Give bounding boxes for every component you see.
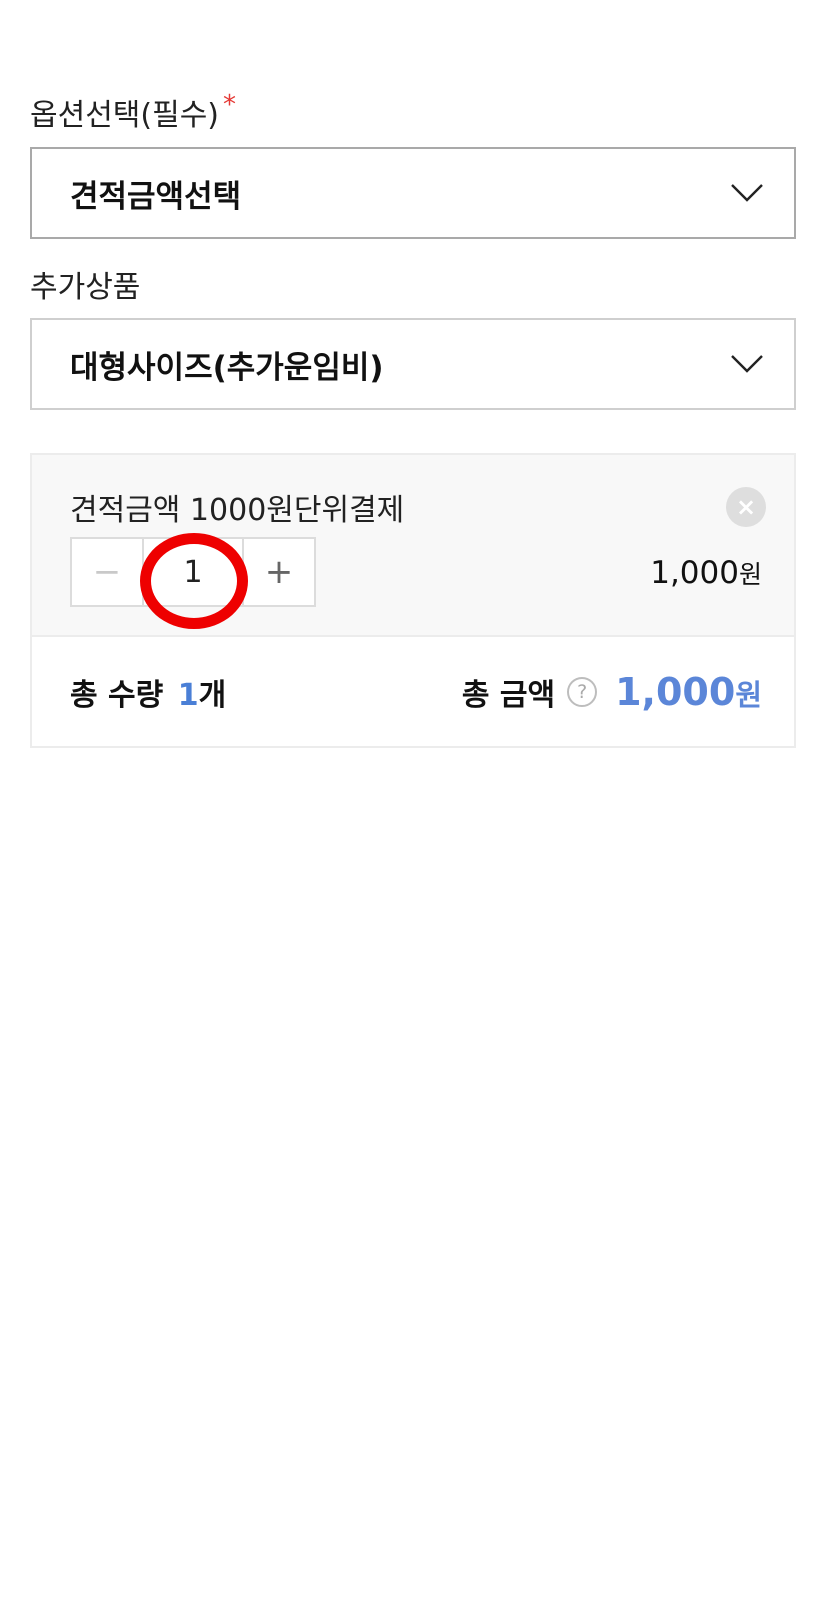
- selected-item-box: 견적금액 1000원단위결제 × − 1 + 1,000원 총 수량 1개 총 …: [30, 453, 796, 748]
- option-label-text: 옵션선택(필수): [30, 98, 220, 133]
- increase-button[interactable]: +: [242, 539, 314, 605]
- quantity-stepper: − 1 +: [70, 537, 316, 607]
- decrease-button[interactable]: −: [72, 539, 144, 605]
- option-select[interactable]: 견적금액선택: [30, 147, 796, 239]
- close-icon: ×: [735, 493, 757, 521]
- total-amount-label: 총 금액: [461, 677, 556, 713]
- total-amount: 총 금액 ? 1,000원: [462, 670, 762, 714]
- help-icon[interactable]: ?: [567, 676, 598, 707]
- item-name: 견적금액 1000원단위결제: [70, 493, 405, 528]
- item-price-value: 1,000: [650, 555, 739, 591]
- item-price: 1,000원: [650, 555, 762, 591]
- total-quantity: 총 수량 1개: [70, 670, 226, 714]
- quantity-value[interactable]: 1: [144, 539, 242, 605]
- option-select-value: 견적금액선택: [70, 178, 242, 215]
- total-amount-value: 1,000: [615, 669, 736, 714]
- order-summary: 총 수량 1개 총 금액 ? 1,000원: [32, 637, 794, 746]
- chevron-down-icon: [731, 355, 763, 373]
- addon-select[interactable]: 대형사이즈(추가운임비): [30, 318, 796, 410]
- total-quantity-unit: 개: [198, 677, 227, 713]
- chevron-down-icon: [731, 184, 763, 202]
- selected-item: 견적금액 1000원단위결제 × − 1 + 1,000원: [32, 455, 794, 637]
- item-price-unit: 원: [738, 560, 762, 589]
- total-amount-unit: 원: [735, 677, 762, 712]
- required-mark: *: [223, 90, 237, 120]
- option-label: 옵션선택(필수) *: [30, 90, 236, 134]
- total-quantity-value: 1: [177, 677, 199, 713]
- product-option-panel: 옵션선택(필수) * 견적금액선택 추가상품 대형사이즈(추가운임비) 견적금액 …: [0, 0, 824, 1620]
- remove-item-button[interactable]: ×: [726, 487, 766, 527]
- addon-select-value: 대형사이즈(추가운임비): [70, 349, 384, 386]
- addon-label: 추가상품: [30, 270, 141, 305]
- total-quantity-label: 총 수량: [70, 677, 164, 713]
- total-amount-value-wrap: 1,000원: [615, 670, 762, 714]
